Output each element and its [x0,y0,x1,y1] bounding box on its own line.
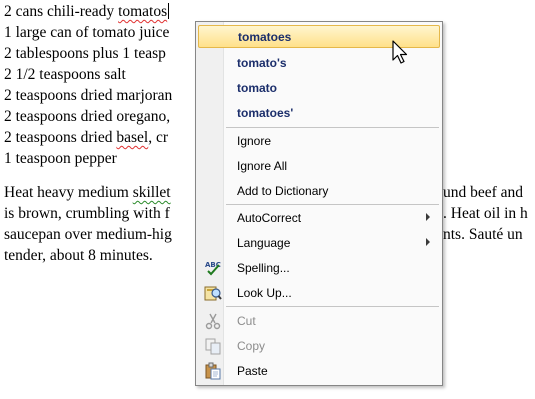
text-caret [168,3,170,19]
menu-item-cut[interactable]: Cut [198,309,440,332]
menu-item-copy[interactable]: Copy [198,334,440,357]
paragraph-right: und beef and [443,184,524,201]
menu-item-language[interactable]: Language [198,231,440,254]
suggestion-item-tomato[interactable]: tomato [198,76,440,99]
menu-item-label: Language [237,235,291,250]
research-book-icon [204,286,222,301]
scissors-icon [205,313,221,330]
misspelled-word-basel[interactable]: basel [116,129,148,146]
menu-separator [226,204,439,205]
menu-item-ignore[interactable]: Ignore [198,129,440,152]
doc-line: 2 teaspoons dried basel, cr [4,127,168,148]
paste-clipboard-icon [205,362,221,380]
menu-separator [226,306,439,307]
menu-item-label: Paste [237,363,268,378]
paragraph-line: saucepan over medium-hig [4,226,172,243]
menu-item-look-up[interactable]: Look Up... [198,281,440,304]
copy-icon [205,338,221,355]
paragraph-line: Heat heavy medium skillet [4,182,171,203]
misspelled-word-tomatos[interactable]: tomatos [118,3,167,20]
doc-line: 2 1/2 teaspoons salt [4,66,126,83]
paragraph-line: is brown, crumbling with f [4,205,170,222]
menu-item-label: Ignore [237,133,272,148]
suggestion-label: tomatoes [238,29,292,44]
paragraph-line: tender, about 8 minutes. [4,247,153,264]
suggestion-label: tomato's [237,55,287,70]
grammar-flag[interactable]: skillet [133,184,171,201]
doc-line: 2 tablespoons plus 1 teasp [4,45,166,62]
doc-line-b: , cr [148,129,169,146]
menu-item-label: Copy [237,338,266,353]
menu-item-label: Cut [237,313,256,328]
doc-line-a: 2 teaspoons dried [4,129,117,146]
submenu-arrow-icon [426,238,430,246]
menu-item-autocorrect[interactable]: AutoCorrect [198,206,440,229]
menu-item-add-to-dictionary[interactable]: Add to Dictionary [198,179,440,202]
menu-separator [226,127,439,128]
doc-line: 2 cans chili-ready tomatos [4,1,170,22]
submenu-arrow-icon [426,213,430,221]
suggestion-label: tomato [237,80,277,95]
menu-item-label: Add to Dictionary [237,183,329,198]
spelling-abc-icon: ABC [205,261,221,276]
paragraph-text: Heat heavy medium [4,184,133,201]
menu-item-label: Spelling... [237,260,290,275]
menu-item-spelling[interactable]: ABC Spelling... [198,256,440,279]
menu-item-label: Ignore All [237,158,288,173]
suggestion-label: tomatoes' [237,105,294,120]
paragraph-right: . Heat oil in h [443,205,528,222]
mouse-pointer-icon [392,40,408,64]
menu-item-ignore-all[interactable]: Ignore All [198,154,440,177]
doc-line: 1 teaspoon pepper [4,150,117,167]
doc-line: 2 teaspoons dried oregano, [4,108,171,125]
menu-item-label: AutoCorrect [237,210,302,225]
menu-item-label: Look Up... [237,285,292,300]
menu-item-paste[interactable]: Paste [198,359,440,382]
spelling-context-menu: tomatoes tomato's tomato tomatoes' Ignor… [195,21,443,386]
doc-line: 1 large can of tomato juice [4,24,170,41]
suggestion-item-tomatoes-apos[interactable]: tomatoes' [198,101,440,124]
doc-line: 2 teaspoons dried marjoran [4,87,173,104]
paragraph-right: nts. Sauté un [443,226,523,243]
doc-line-prefix: 2 cans chili-ready [4,3,119,20]
